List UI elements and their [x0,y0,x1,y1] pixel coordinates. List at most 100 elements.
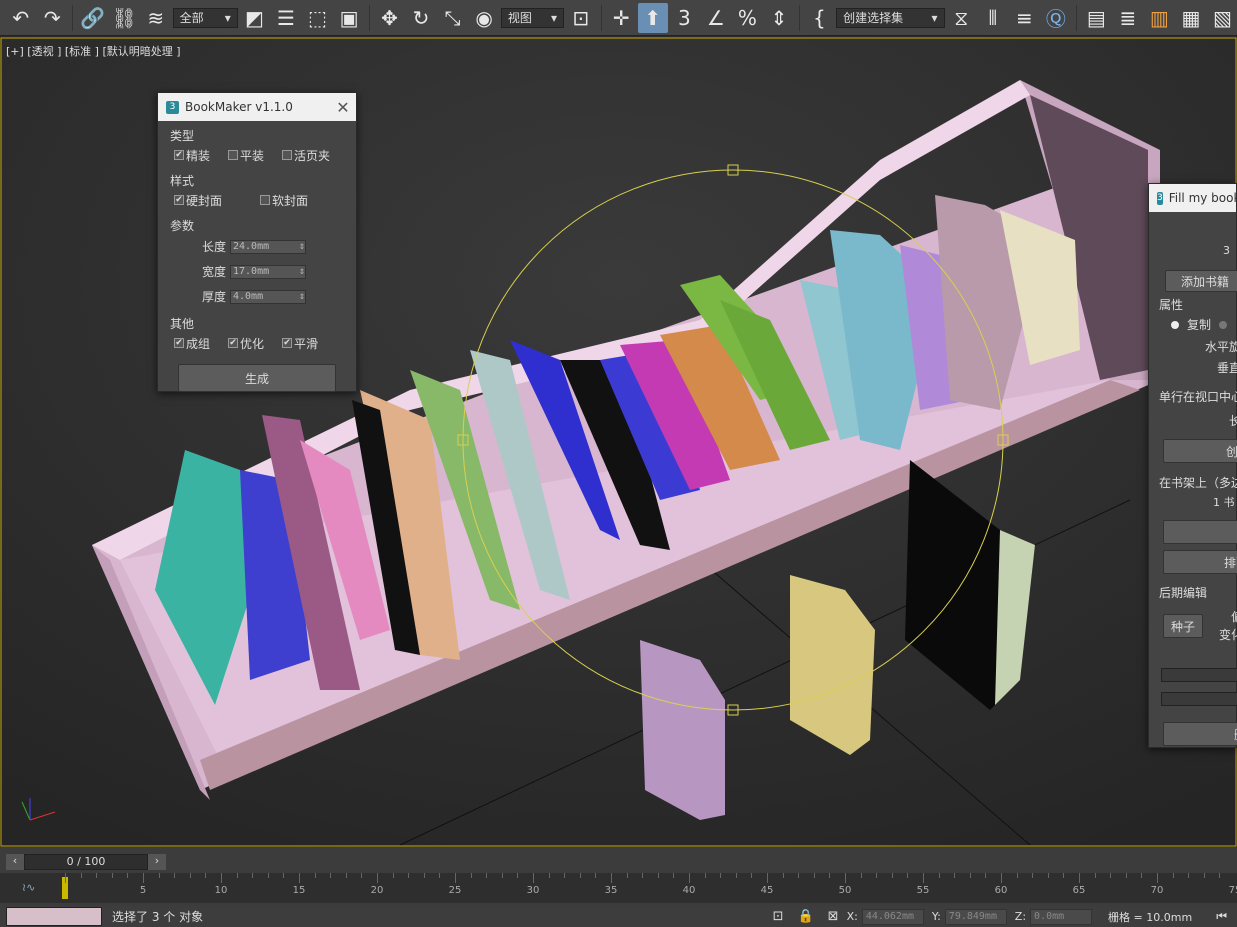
scene-explorer-icon[interactable]: ▤ [1082,3,1112,33]
group-checkbox[interactable]: ✔ 成组 [174,335,210,352]
fill-titlebar[interactable]: 3 Fill my book [1149,184,1236,212]
graphite-ribbon-icon[interactable]: ▥ [1145,3,1175,33]
reference-coord-dropdown[interactable]: 视图 ▾ [500,7,565,28]
named-selection-dropdown[interactable]: 创建选择集 ▾ [836,7,945,28]
toolbar-separator [1075,4,1077,31]
select-by-name-icon[interactable]: ☰ [271,3,301,33]
rotate-icon[interactable]: ↻ [406,3,436,33]
bookmaker-titlebar[interactable]: 3 BookMaker v1.1.0 ✕ [158,93,356,121]
tick-mark [221,873,222,883]
go-to-start-icon[interactable]: ⏮ [1216,909,1227,924]
pivot-center-icon[interactable]: ⊡ [566,3,596,33]
radio-unselected-icon[interactable] [1219,320,1228,329]
other-options: ✔ 成组 ✔ 优化 ✔ 平滑 [158,332,356,354]
time-slider[interactable]: ‹ 0 / 100 › [6,853,166,871]
type-hardcover-checkbox[interactable]: ✔ 精装 [174,147,210,164]
width-spinner[interactable]: 17.0mm ⇕ [230,264,306,279]
layer-explorer-icon[interactable]: ≣ [1113,3,1143,33]
length-value: 24.0mm [233,241,270,252]
object-color-swatch[interactable] [6,907,102,926]
y-value[interactable]: 79.849mm [944,908,1007,925]
viewport-label[interactable]: [+] [透视 ] [标准 ] [默认明暗处理 ] [6,43,181,59]
tick-mark [486,873,488,878]
link-icon[interactable]: 🔗 [78,3,108,33]
spinner-snap-icon[interactable]: ⇕ [764,3,794,33]
length-spinner[interactable]: 24.0mm ⇕ [230,239,306,254]
y-coord: Y: 79.849mm [932,908,1007,925]
placement-icon[interactable]: ◉ [469,3,499,33]
rectangular-selection-icon[interactable]: ⬚ [303,3,333,33]
tick-mark [798,873,800,878]
style-hard-cover-checkbox[interactable]: ✔ 硬封面 [174,192,222,209]
select-manipulate-icon[interactable]: ✛ [607,3,637,33]
redo-icon[interactable]: ↷ [38,3,68,33]
tick-mark [205,873,207,878]
close-icon[interactable]: ✕ [330,98,356,117]
z-value[interactable]: 0.0mm [1030,908,1093,925]
slider-track[interactable] [1161,668,1237,682]
optimize-checkbox[interactable]: ✔ 优化 [228,335,264,352]
window-crossing-icon[interactable]: ▣ [334,3,364,33]
prev-frame-icon[interactable]: ‹ [6,854,24,870]
absolute-mode-icon[interactable]: ⊠ [828,909,839,924]
edit-named-selection-icon[interactable]: { [805,3,835,33]
align-icon[interactable]: ⫴ [978,3,1008,33]
schematic-view-icon[interactable]: ▧ [1208,3,1237,33]
app-logo-icon: 3 [166,100,179,114]
spinner-arrows-icon[interactable]: ⇕ [299,241,305,252]
select-object-icon[interactable]: ◩ [240,3,270,33]
tick-mark [720,873,722,878]
layer-manager-icon[interactable]: ≡ [1010,3,1040,33]
tick-mark [782,873,784,878]
dialog-title: BookMaker v1.1.0 [185,100,293,114]
dialog-title: Fill my book [1168,191,1236,205]
scale-icon[interactable]: ⤡ [438,3,468,33]
qr-icon[interactable]: Ⓠ [1041,3,1071,33]
copy-radio[interactable]: 复制 [1171,316,1228,333]
track-bar[interactable]: ≀∿ 5 10 15 20 25 30 35 40 45 50 55 60 65 70 75 [0,873,1237,903]
tick-mark [1172,873,1174,878]
curve-editor-icon[interactable]: ▦ [1176,3,1206,33]
type-binder-checkbox[interactable]: 活页夹 [282,147,330,164]
tick-mark [127,873,129,878]
tick-mark [673,873,675,878]
slider-track[interactable] [1161,692,1237,706]
move-icon[interactable]: ✥ [375,3,405,33]
shelf-action-button[interactable] [1163,520,1237,544]
style-soft-cover-checkbox[interactable]: 软封面 [260,192,308,209]
tick-mark [455,873,456,883]
angle-snap-icon[interactable]: ∠ [701,3,731,33]
generate-button[interactable]: 生成 [178,364,336,392]
type-paperback-checkbox[interactable]: 平装 [228,147,264,164]
delete-button[interactable]: 删 [1163,722,1237,746]
isolate-icon[interactable]: ⊡ [773,909,784,924]
tick-label: 40 [682,885,696,896]
thickness-spinner[interactable]: 4.0mm ⇕ [230,289,306,304]
lock-icon[interactable]: 🔒 [797,909,813,924]
percent-snap-icon[interactable]: % [733,3,763,33]
smooth-checkbox[interactable]: ✔ 平滑 [282,335,318,352]
tick-mark [1125,873,1127,878]
tick-mark [439,873,441,878]
frame-display[interactable]: 0 / 100 [24,854,148,870]
seed-button[interactable]: 种子 [1163,614,1203,638]
selection-filter-dropdown[interactable]: 全部 ▾ [172,7,238,28]
next-frame-icon[interactable]: › [148,854,166,870]
spinner-arrows-icon[interactable]: ⇕ [299,291,305,302]
params-section-label: 参数 [170,219,195,233]
spinner-arrows-icon[interactable]: ⇕ [299,266,305,277]
create-button[interactable]: 创 [1163,439,1237,463]
x-value[interactable]: 44.062mm [861,908,924,925]
undo-icon[interactable]: ↶ [6,3,36,33]
add-books-button[interactable]: 添加书籍 [1165,270,1237,292]
unlink-icon[interactable]: ⛓ [110,3,140,33]
tick-mark [501,873,503,878]
bind-spacewarp-icon[interactable]: ≋ [141,3,171,33]
thickness-param: 厚度 4.0mm ⇕ [158,284,356,309]
sort-button[interactable]: 排列 [1163,550,1237,574]
tick-mark [923,873,924,883]
mirror-icon[interactable]: ⧖ [947,3,977,33]
keyboard-shortcut-override-icon[interactable]: ⬆ [638,2,668,33]
snap-toggle-icon[interactable]: 3 [670,3,700,33]
curve-editor-mini-icon[interactable]: ≀∿ [22,881,35,894]
